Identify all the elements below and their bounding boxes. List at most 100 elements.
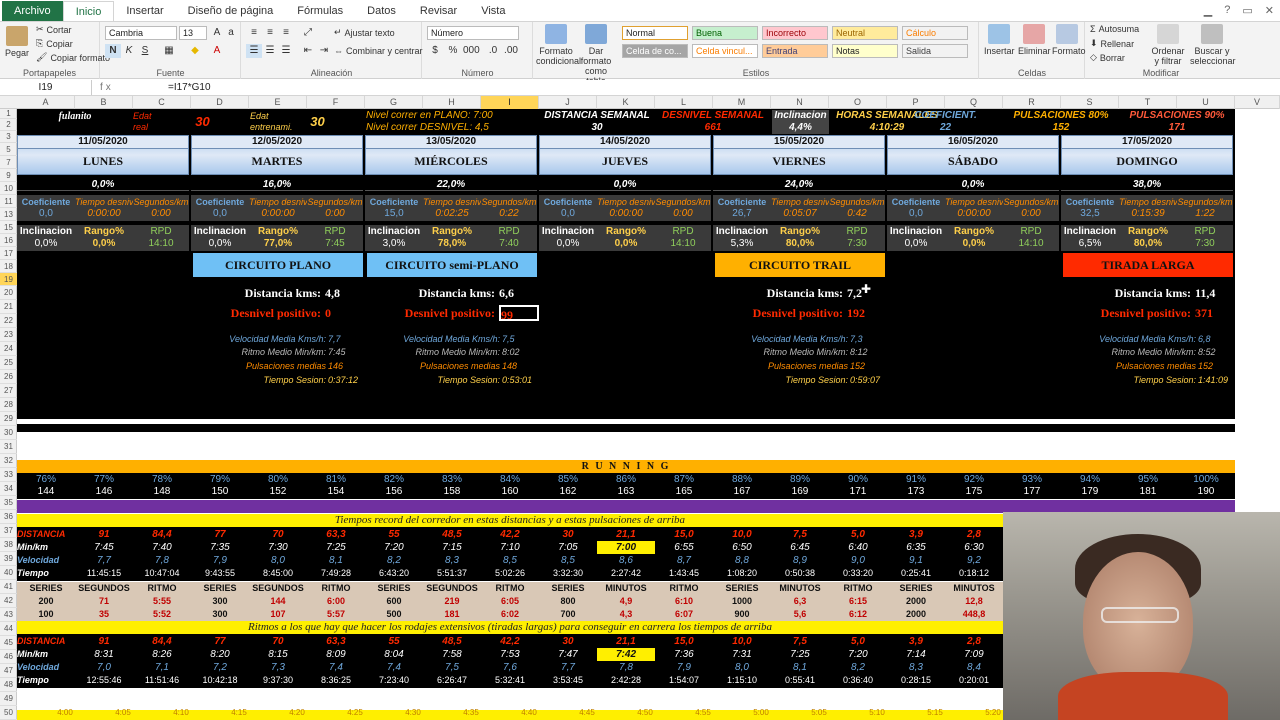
tab-4[interactable]: Datos [355,1,408,21]
row-header[interactable]: 17 [0,247,17,260]
style-7[interactable]: Entrada [762,44,828,58]
clear-button[interactable]: ◇ Borrar [1090,52,1125,63]
row-header[interactable]: 44 [0,622,17,636]
decrease-decimal-icon[interactable]: .00 [503,44,519,58]
row-header[interactable]: 11 [0,195,17,208]
row-header[interactable]: 45 [0,636,17,650]
tab-0[interactable]: Inicio [62,1,115,21]
row-header[interactable]: 10 [0,182,17,195]
row-header[interactable]: 1 [0,109,17,119]
currency-icon[interactable]: $ [427,44,443,58]
underline-icon[interactable]: S [137,44,153,58]
row-header[interactable]: 42 [0,594,17,608]
row-header[interactable]: 41 [0,580,17,594]
col-header[interactable]: G [365,96,423,109]
col-header[interactable]: T [1119,96,1177,109]
help-icon[interactable]: ? [1224,4,1230,17]
circuit-title[interactable]: TIRADA LARGA [1063,253,1233,277]
col-header[interactable]: J [539,96,597,109]
col-header[interactable]: O [829,96,887,109]
font-name-select[interactable]: Cambria [105,26,177,40]
fill-button[interactable]: ⬇ Rellenar [1090,38,1134,49]
row-header[interactable]: 7 [0,156,17,169]
row-header[interactable]: 38 [0,538,17,552]
row-header[interactable]: 19 [0,273,17,286]
tab-6[interactable]: Vista [469,1,517,21]
shrink-font-icon[interactable]: a [223,26,239,40]
increase-decimal-icon[interactable]: .0 [485,44,501,58]
row-header[interactable]: 13 [0,208,17,221]
style-0[interactable]: Normal [622,26,688,40]
row-header[interactable]: 3 [0,131,17,143]
style-8[interactable]: Notas [832,44,898,58]
col-header[interactable]: K [597,96,655,109]
conditional-format-button[interactable]: Formato condicional [536,24,581,66]
align-middle-icon[interactable]: ≡ [262,26,278,40]
formula-input[interactable]: =I17*G10 [168,80,211,95]
col-header[interactable]: F [307,96,365,109]
row-header[interactable]: 24 [0,342,17,356]
row-header[interactable]: 21 [0,300,17,314]
minimize-icon[interactable]: ▁ [1204,4,1212,17]
paste-button[interactable]: Pegar [4,26,30,58]
merge-button[interactable]: ⇔ Combinar y centrar [334,46,423,56]
number-format-select[interactable]: Número [427,26,519,40]
circuit-title[interactable]: CIRCUITO semi-PLANO [367,253,537,277]
col-header[interactable]: A [17,96,75,109]
name-box[interactable]: I19 [0,80,92,95]
col-header[interactable]: R [1003,96,1061,109]
font-size-select[interactable]: 13 [179,26,207,40]
row-header[interactable]: 16 [0,234,17,247]
col-header[interactable]: Q [945,96,1003,109]
row-header[interactable]: 33 [0,468,17,482]
italic-icon[interactable]: K [121,44,137,58]
col-header[interactable]: B [75,96,133,109]
circuit-title[interactable]: CIRCUITO PLANO [193,253,363,277]
align-top-icon[interactable]: ≡ [246,26,262,40]
row-header[interactable]: 18 [0,260,17,273]
col-header[interactable]: L [655,96,713,109]
style-9[interactable]: Salida [902,44,968,58]
wrap-text-button[interactable]: ↵ Ajustar texto [334,27,395,38]
indent-icon[interactable]: ⇥ [316,44,332,58]
row-header[interactable]: 5 [0,143,17,156]
style-4[interactable]: Cálculo [902,26,968,40]
thousands-icon[interactable]: 000 [463,44,480,58]
find-select-button[interactable]: Buscar y seleccionar [1190,24,1236,66]
row-header[interactable]: 37 [0,524,17,538]
col-header[interactable]: N [771,96,829,109]
row-header[interactable]: 20 [0,286,17,300]
style-5[interactable]: Celda de co... [622,44,688,58]
col-header[interactable]: U [1177,96,1235,109]
row-header[interactable]: 28 [0,398,17,412]
align-left-icon[interactable]: ☰ [246,44,262,58]
col-header[interactable]: V [1235,96,1280,109]
row-header[interactable]: 31 [0,440,17,454]
percent-icon[interactable]: % [445,44,461,58]
outdent-icon[interactable]: ⇤ [300,44,316,58]
tab-2[interactable]: Diseño de página [176,1,286,21]
style-2[interactable]: Incorrecto [762,26,828,40]
row-header[interactable]: 48 [0,678,17,692]
row-header[interactable]: 25 [0,356,17,370]
row-header[interactable]: 36 [0,510,17,524]
row-header[interactable]: 30 [0,426,17,440]
row-header[interactable]: 43 [0,608,17,622]
row-header[interactable]: 9 [0,169,17,182]
row-header[interactable]: 34 [0,482,17,496]
row-header[interactable]: 46 [0,650,17,664]
style-3[interactable]: Neutral [832,26,898,40]
align-bottom-icon[interactable]: ≡ [278,26,294,40]
row-header[interactable]: 23 [0,328,17,342]
autosum-button[interactable]: Σ Autosuma [1090,24,1139,34]
align-center-icon[interactable]: ☰ [262,44,278,58]
bold-icon[interactable]: N [105,44,121,58]
restore-icon[interactable]: ▭ [1242,4,1252,17]
style-1[interactable]: Buena [692,26,758,40]
copy-button[interactable]: ⎘ Copiar [36,38,73,49]
insert-cells-button[interactable]: Insertar [984,24,1015,56]
copy-format-button[interactable]: 🖌 Copiar formato [36,52,110,63]
col-header[interactable]: I [481,96,539,109]
tab-3[interactable]: Fórmulas [285,1,355,21]
row-header[interactable]: 29 [0,412,17,426]
